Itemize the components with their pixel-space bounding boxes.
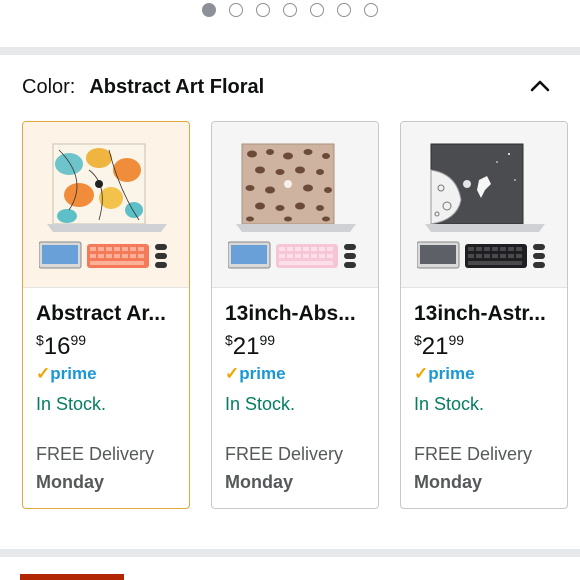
stock-status: In Stock. bbox=[225, 394, 296, 414]
product-option-card[interactable]: 13inch-Abs... $2199 ✓prime In Stock. FRE… bbox=[211, 121, 379, 509]
color-variation-header[interactable]: Color: Abstract Art Floral bbox=[22, 72, 562, 102]
carousel-dot[interactable] bbox=[202, 3, 216, 17]
selected-color-value: Abstract Art Floral bbox=[89, 75, 265, 98]
chevron-up-icon[interactable] bbox=[528, 74, 552, 98]
carousel-dot[interactable] bbox=[337, 3, 351, 17]
prime-check-icon: ✓ bbox=[36, 364, 51, 383]
laptop-case-image bbox=[236, 143, 356, 232]
prime-badge: ✓prime bbox=[225, 364, 286, 383]
keyboard-cover-image bbox=[417, 241, 545, 269]
product-title: 13inch-Abs... bbox=[225, 302, 356, 325]
section-divider bbox=[0, 47, 580, 55]
delivery-info: FREE Delivery bbox=[414, 444, 533, 464]
carousel-dot[interactable] bbox=[229, 3, 243, 17]
prime-badge: ✓prime bbox=[414, 364, 475, 383]
carousel-dots bbox=[0, 3, 580, 17]
product-price: $2199 bbox=[225, 332, 276, 360]
delivery-info: FREE Delivery bbox=[36, 444, 155, 464]
prime-check-icon: ✓ bbox=[225, 364, 240, 383]
product-option-card[interactable]: 13inch-Astr... $2199 ✓prime In Stock. FR… bbox=[400, 121, 568, 509]
laptop-case-image bbox=[47, 143, 167, 232]
prime-check-icon: ✓ bbox=[414, 364, 429, 383]
delivery-day: Monday bbox=[36, 472, 105, 492]
product-price: $1699 bbox=[36, 332, 87, 360]
product-title: Abstract Ar... bbox=[36, 302, 166, 325]
partial-action-button[interactable] bbox=[20, 574, 124, 580]
keyboard-cover-image bbox=[228, 241, 356, 269]
product-price: $2199 bbox=[414, 332, 465, 360]
laptop-case-image bbox=[425, 143, 545, 232]
prime-badge: ✓prime bbox=[36, 364, 97, 383]
color-label: Color: bbox=[22, 75, 76, 98]
delivery-day: Monday bbox=[225, 472, 294, 492]
carousel-dot[interactable] bbox=[283, 3, 297, 17]
product-image bbox=[401, 122, 567, 288]
product-option-card[interactable]: Abstract Ar... $1699 ✓prime In Stock. FR… bbox=[22, 121, 190, 509]
delivery-day: Monday bbox=[414, 472, 483, 492]
carousel-dot[interactable] bbox=[310, 3, 324, 17]
product-image bbox=[212, 122, 378, 288]
section-divider bbox=[0, 549, 580, 557]
keyboard-cover-image bbox=[39, 241, 167, 269]
stock-status: In Stock. bbox=[414, 394, 485, 414]
carousel-dot[interactable] bbox=[256, 3, 270, 17]
product-title: 13inch-Astr... bbox=[414, 302, 546, 325]
carousel-dot[interactable] bbox=[364, 3, 378, 17]
stock-status: In Stock. bbox=[36, 394, 107, 414]
delivery-info: FREE Delivery bbox=[225, 444, 344, 464]
product-image bbox=[23, 122, 189, 288]
